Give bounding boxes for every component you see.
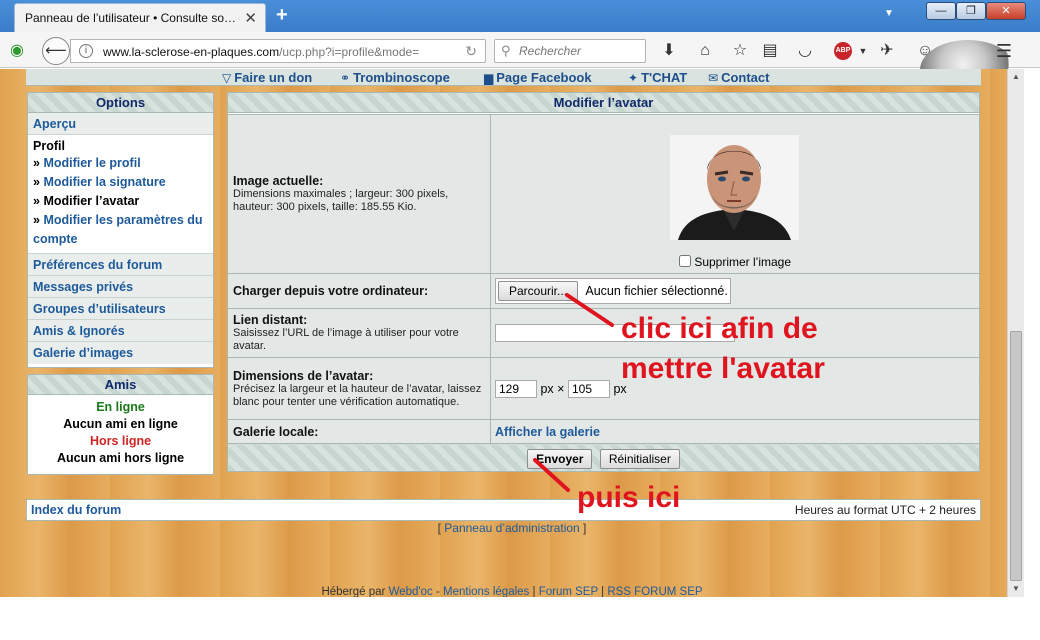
- sync-icon[interactable]: ◉: [6, 40, 28, 62]
- arrow-to-submit: [533, 458, 570, 492]
- url-text[interactable]: www.la-sclerose-en-plaques.com/ucp.php?i…: [103, 45, 433, 59]
- site-info-icon[interactable]: i: [79, 44, 93, 58]
- download-icon[interactable]: ⬇: [658, 40, 680, 62]
- annotation-click-here-line1: clic ici afin de: [621, 312, 818, 345]
- adblock-menu-chevron-icon[interactable]: ▼: [852, 40, 874, 62]
- new-tab-icon[interactable]: +: [276, 4, 288, 27]
- scroll-up-icon[interactable]: ▲: [1008, 69, 1024, 85]
- bookmark-star-icon[interactable]: ☆: [729, 40, 751, 62]
- browser-tab[interactable]: Panneau de l’utilisateur • Consulte son……: [14, 3, 266, 32]
- annotation-click-here-line2: mettre l'avatar: [621, 352, 825, 385]
- browser-navbar: ◉ ⟵ i www.la-sclerose-en-plaques.com/ucp…: [0, 32, 1040, 100]
- page-scrollbar[interactable]: ▲ ▼: [1007, 69, 1024, 597]
- home-icon[interactable]: ⌂: [694, 40, 716, 62]
- search-icon: ⚲: [501, 43, 511, 58]
- close-window-button[interactable]: ✕: [986, 2, 1026, 20]
- pocket-icon[interactable]: ◡: [794, 40, 816, 62]
- arrow-to-browse: [565, 293, 614, 327]
- annotation-then-here: puis ici: [577, 481, 681, 514]
- reload-icon[interactable]: ↻: [465, 43, 477, 60]
- url-path: /ucp.php?i=profile&mode=: [279, 45, 420, 59]
- bookmarks-list-icon[interactable]: ▤: [759, 40, 781, 62]
- send-icon[interactable]: ✈: [876, 40, 898, 62]
- tab-title: Panneau de l’utilisateur • Consulte son…: [25, 10, 237, 25]
- url-bar[interactable]: i www.la-sclerose-en-plaques.com/ucp.php…: [70, 39, 486, 63]
- menu-hamburger-icon[interactable]: ☰: [993, 40, 1015, 62]
- search-bar[interactable]: ⚲: [494, 39, 646, 63]
- tab-list-chevron-icon[interactable]: ▼: [884, 8, 894, 19]
- minimize-button[interactable]: —: [926, 2, 956, 20]
- url-host: www.la-sclerose-en-plaques.com: [103, 45, 280, 59]
- scroll-down-icon[interactable]: ▼: [1008, 581, 1024, 597]
- restore-button[interactable]: ❐: [956, 2, 986, 20]
- adblock-icon[interactable]: ABP: [834, 42, 852, 60]
- search-input[interactable]: [519, 43, 639, 59]
- browser-titlebar: Panneau de l’utilisateur • Consulte son……: [0, 0, 1040, 32]
- annotation-arrows: [533, 293, 614, 492]
- tab-close-icon[interactable]: ✕: [244, 9, 257, 27]
- back-button[interactable]: ⟵: [42, 37, 70, 65]
- bottom-blank-strip: [0, 597, 1040, 640]
- scroll-thumb[interactable]: [1010, 331, 1022, 581]
- page-content: ▽ Faire un don ⚭ Trombinoscope ▆ Page Faceb…: [0, 69, 1024, 597]
